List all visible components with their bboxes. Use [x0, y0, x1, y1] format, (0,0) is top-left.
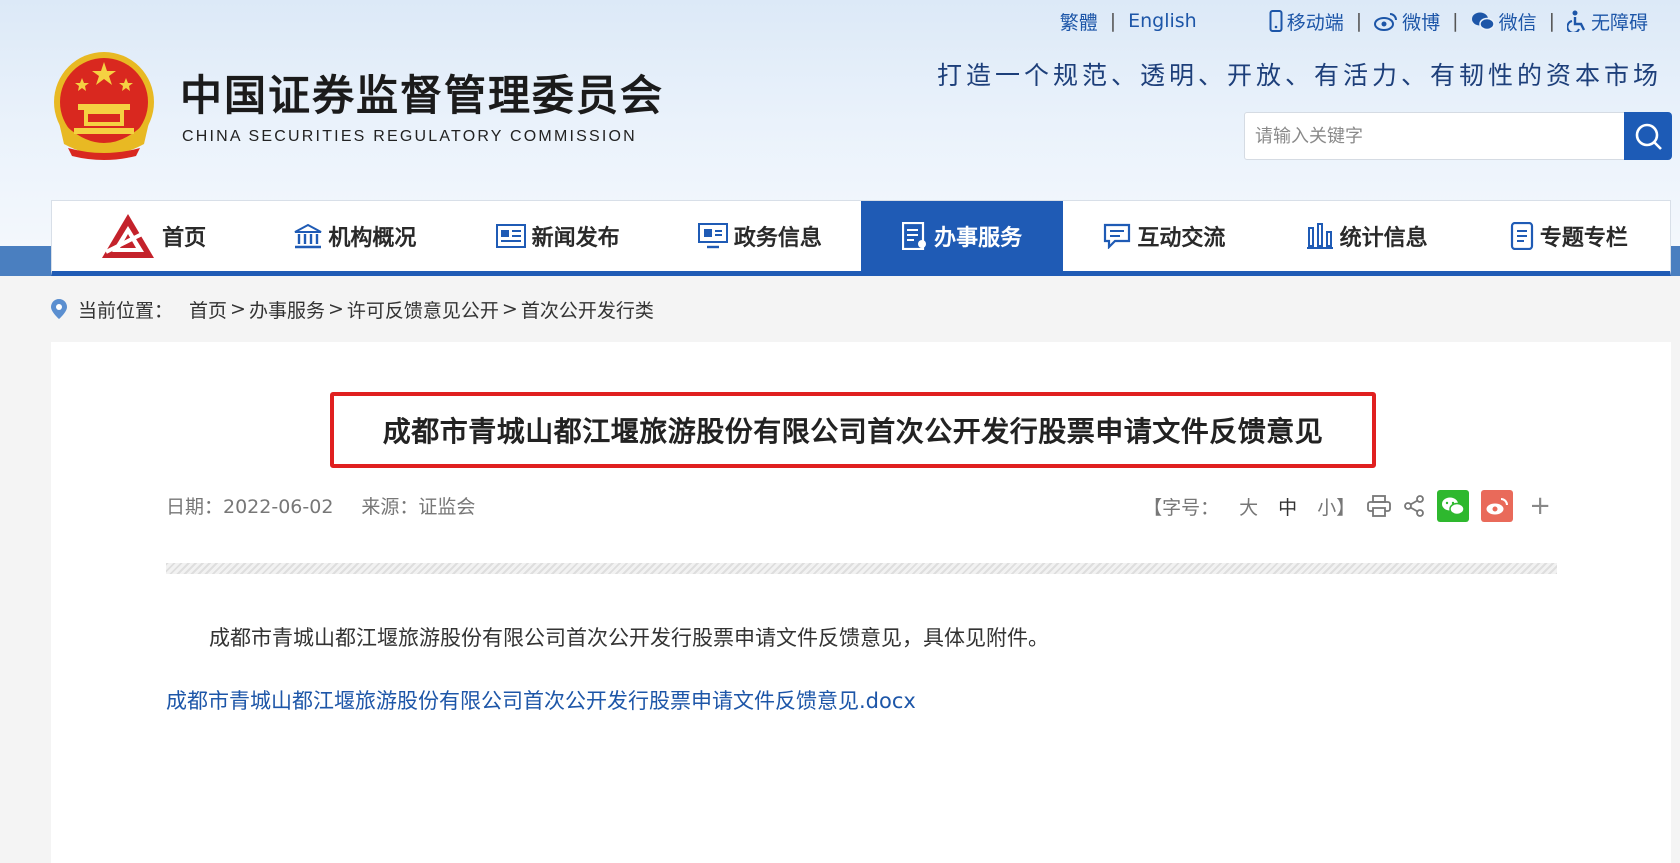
- main-nav: 首页 机构概况 新闻发布 政务信息 办事服务 互动交流 统计信息 专题专栏: [51, 200, 1671, 276]
- chat-icon: [1104, 223, 1131, 249]
- weibo-link[interactable]: 微博: [1374, 8, 1440, 35]
- nav-item-institution[interactable]: 机构概况: [254, 201, 456, 271]
- building-icon: [294, 223, 322, 249]
- nav-item-statistics[interactable]: 统计信息: [1266, 201, 1468, 271]
- newspaper-icon: [495, 224, 526, 248]
- nav-label: 办事服务: [934, 226, 1023, 251]
- site-title: 中国证券监督管理委员会: [180, 71, 665, 120]
- article-meta: 日期：2022-06-02 来源：证监会: [166, 492, 475, 519]
- search-button[interactable]: [1624, 112, 1672, 160]
- attachment-link[interactable]: 成都市青城山都江堰旅游股份有限公司首次公开发行股票申请文件反馈意见.docx: [166, 685, 916, 715]
- nav-item-news[interactable]: 新闻发布: [457, 201, 659, 271]
- breadcrumb-label: 当前位置：: [78, 299, 174, 322]
- weibo-icon: [1374, 13, 1398, 31]
- mobile-link-label: 移动端: [1286, 11, 1344, 34]
- article-body: 成都市青城山都江堰旅游股份有限公司首次公开发行股票申请文件反馈意见，具体见附件。: [209, 626, 1049, 650]
- breadcrumb-home[interactable]: 首页: [189, 296, 227, 323]
- nav-label: 政务信息: [733, 226, 822, 251]
- bar-chart-icon: [1306, 223, 1333, 249]
- mobile-link[interactable]: 移动端: [1269, 8, 1344, 35]
- nav-label: 互动交流: [1137, 226, 1226, 251]
- breadcrumb-separator: >: [327, 298, 344, 320]
- site-slogan: 打造一个规范、透明、开放、有活力、有韧性的资本市场: [936, 61, 1662, 90]
- accessibility-icon: [1566, 10, 1586, 32]
- weibo-link-label: 微博: [1402, 11, 1441, 34]
- nav-item-services[interactable]: 办事服务: [861, 201, 1064, 271]
- wechat-link[interactable]: 微信: [1471, 8, 1537, 35]
- accessibility-link-label: 无障碍: [1590, 11, 1648, 34]
- font-size-label: 【字号：: [1143, 496, 1220, 519]
- wechat-icon: [1471, 12, 1495, 31]
- nav-item-interaction[interactable]: 互动交流: [1063, 201, 1265, 271]
- mobile-phone-icon: [1269, 10, 1283, 32]
- font-size-large-button[interactable]: 大: [1239, 493, 1258, 520]
- notes-icon: [1510, 222, 1533, 250]
- share-wechat-button[interactable]: [1437, 490, 1470, 522]
- wechat-link-label: 微信: [1498, 11, 1537, 34]
- breadcrumb-feedback-disclosure[interactable]: 许可反馈意见公开: [347, 296, 499, 323]
- article-source: 来源：证监会: [361, 496, 476, 518]
- english-link[interactable]: English: [1128, 10, 1197, 32]
- share-button[interactable]: [1403, 495, 1425, 517]
- breadcrumb-separator: >: [501, 298, 518, 320]
- wechat-icon: [1442, 497, 1465, 516]
- breadcrumb-separator: >: [230, 298, 246, 320]
- breadcrumb-ipo-category[interactable]: 首次公开发行类: [521, 296, 654, 323]
- location-pin-icon: [51, 299, 67, 319]
- share-weibo-button[interactable]: [1481, 490, 1514, 522]
- breadcrumb: 当前位置： 首页 > 办事服务 > 许可反馈意见公开 > 首次公开发行类: [50, 296, 654, 322]
- article-date: 日期：2022-06-02: [166, 496, 334, 518]
- article-title-highlight: 成都市青城山都江堰旅游股份有限公司首次公开发行股票申请文件反馈意见: [330, 392, 1376, 468]
- more-share-button[interactable]: +: [1529, 491, 1551, 521]
- traditional-chinese-link[interactable]: 繁體: [1060, 8, 1098, 35]
- document-icon: [902, 222, 927, 250]
- search-icon: [1635, 123, 1662, 150]
- nav-label: 新闻发布: [531, 226, 620, 251]
- print-button[interactable]: [1367, 495, 1392, 517]
- accessibility-link[interactable]: 无障碍: [1566, 8, 1648, 35]
- font-size-medium-button[interactable]: 中: [1278, 493, 1297, 520]
- nav-label: 首页: [162, 226, 207, 251]
- site-subtitle: CHINA SECURITIES REGULATORY COMMISSION: [182, 128, 637, 145]
- article-title: 成都市青城山都江堰旅游股份有限公司首次公开发行股票申请文件反馈意见: [382, 415, 1324, 448]
- nav-label: 专题专栏: [1539, 226, 1628, 251]
- nav-label: 统计信息: [1339, 226, 1428, 251]
- share-icon: [1404, 495, 1425, 517]
- nav-item-special-topics[interactable]: 专题专栏: [1468, 201, 1670, 271]
- printer-icon: [1367, 495, 1392, 517]
- national-emblem-logo[interactable]: [48, 48, 160, 162]
- weibo-icon: [1486, 498, 1509, 515]
- breadcrumb-services[interactable]: 办事服务: [249, 296, 325, 323]
- separator: |: [1109, 10, 1117, 32]
- nav-label: 机构概况: [328, 226, 417, 251]
- nav-item-home[interactable]: 首页: [52, 201, 254, 271]
- article-tools: 【字号： 大 中 小】 +: [1143, 490, 1551, 522]
- search-input[interactable]: [1244, 112, 1626, 160]
- page-header: 繁體 | English 移动端 | 微博 | 微信 | 无障碍 中国证券监督管…: [0, 0, 1680, 276]
- csrc-logo-icon: [102, 214, 155, 258]
- hatched-divider: [166, 563, 1557, 574]
- top-links-bar: 繁體 | English 移动端 | 微博 | 微信 | 无障碍: [1060, 8, 1648, 34]
- monitor-icon: [697, 223, 728, 249]
- article-card: 成都市青城山都江堰旅游股份有限公司首次公开发行股票申请文件反馈意见 日期：202…: [51, 342, 1671, 863]
- nav-item-government-info[interactable]: 政务信息: [659, 201, 861, 271]
- font-size-small-button[interactable]: 小】: [1317, 493, 1355, 520]
